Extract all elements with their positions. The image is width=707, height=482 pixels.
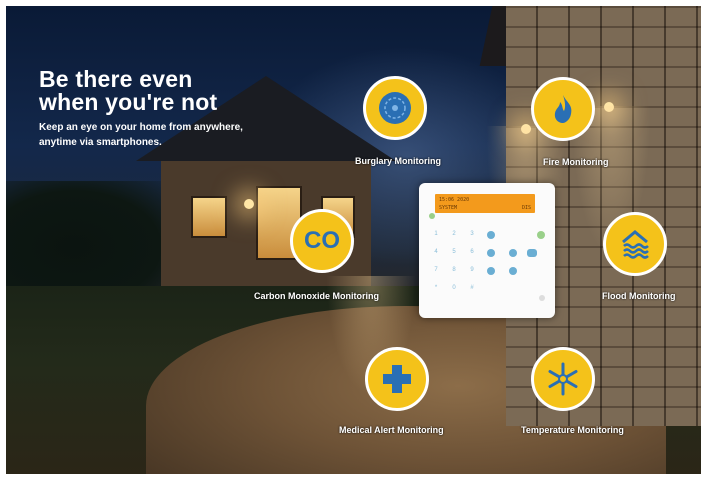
subheadline-line-1: Keep an eye on your home from anywhere, <box>39 122 243 133</box>
keypad-key[interactable]: 3 <box>465 231 479 237</box>
keypad-key[interactable]: 8 <box>447 267 461 273</box>
fire-badge <box>531 77 595 141</box>
medical-cross-icon <box>383 365 411 393</box>
co-icon: CO <box>304 227 340 254</box>
headline-block: Be there even when you're not Keep an ey… <box>39 68 243 150</box>
alarm-panel: 15:06 2020 SYSTEM DIS 1 2 3 4 5 6 7 8 9 … <box>419 183 555 318</box>
flood-badge <box>603 212 667 276</box>
subheadline: Keep an eye on your home from anywhere, … <box>39 120 243 150</box>
hero-image: Be there even when you're not Keep an ey… <box>6 6 701 474</box>
fire-icon <box>554 95 572 123</box>
lcd-line-2-right: DIS <box>521 205 531 211</box>
window <box>191 196 227 238</box>
flood-icon <box>622 230 649 259</box>
keypad-key[interactable]: 0 <box>447 285 461 291</box>
power-led-icon <box>537 231 545 239</box>
co-label: Carbon Monoxide Monitoring <box>254 291 379 301</box>
keypad-key[interactable]: 2 <box>447 231 461 237</box>
medical-label: Medical Alert Monitoring <box>339 425 444 435</box>
keypad-key[interactable]: 7 <box>429 267 443 273</box>
info-icon[interactable] <box>487 231 495 239</box>
panel-lcd: 15:06 2020 SYSTEM DIS <box>435 194 535 213</box>
burglary-icon <box>379 92 411 124</box>
keypad-key[interactable]: 1 <box>429 231 443 237</box>
keypad-key[interactable]: 4 <box>429 249 443 255</box>
lock-icon[interactable] <box>487 267 495 275</box>
snowflake-icon <box>548 362 578 396</box>
medical-badge <box>365 347 429 411</box>
lcd-line-2-left: SYSTEM <box>439 205 458 211</box>
status-led-icon <box>429 213 435 219</box>
away-arm-icon[interactable] <box>509 249 517 257</box>
speaker-icon <box>539 295 545 301</box>
keypad-key[interactable]: 6 <box>465 249 479 255</box>
home-arm-icon[interactable] <box>487 249 495 257</box>
flood-label: Flood Monitoring <box>602 291 676 301</box>
headline-line-2: when you're not <box>39 89 218 115</box>
lcd-line-1: 15:06 2020 <box>439 197 470 203</box>
co-badge: CO <box>290 209 354 273</box>
burglary-badge <box>363 76 427 140</box>
keypad-key[interactable]: 5 <box>447 249 461 255</box>
temperature-label: Temperature Monitoring <box>521 425 624 435</box>
headline-line-1: Be there even <box>39 66 193 92</box>
disarm-icon[interactable] <box>509 267 517 275</box>
temperature-badge <box>531 347 595 411</box>
keypad-key[interactable]: # <box>465 285 479 291</box>
keypad-key[interactable]: * <box>429 285 443 291</box>
fire-label: Fire Monitoring <box>543 157 609 167</box>
burglary-label: Burglary Monitoring <box>355 156 441 166</box>
subheadline-line-2: anytime via smartphones. <box>39 137 162 148</box>
porch-lamp <box>244 199 254 209</box>
nav-cross-icon[interactable] <box>527 249 537 257</box>
keypad-key[interactable]: 9 <box>465 267 479 273</box>
